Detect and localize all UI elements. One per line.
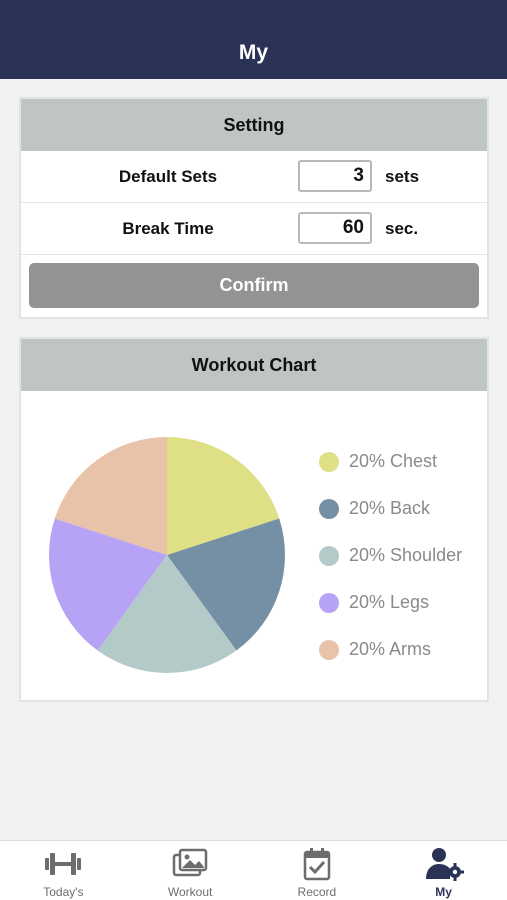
page-title: My xyxy=(238,40,269,64)
legend-label: 20% Arms xyxy=(349,639,432,659)
default-sets-unit: sets xyxy=(385,167,420,186)
default-sets-input[interactable] xyxy=(298,160,372,192)
legend-swatch xyxy=(319,593,339,613)
tab-label: Record xyxy=(297,885,337,899)
default-sets-row: Default Sets sets xyxy=(21,151,487,203)
legend-label: 20% Legs xyxy=(349,592,430,612)
page-header: My xyxy=(0,0,507,79)
setting-card: Setting Default Sets sets Break Time sec… xyxy=(19,97,489,319)
calendar-check-icon xyxy=(303,848,331,881)
workout-chart-title: Workout Chart xyxy=(21,339,487,391)
legend-item-back: 20% Back xyxy=(319,496,462,543)
tab-todays[interactable]: Today's xyxy=(0,841,127,900)
legend-label: 20% Back xyxy=(349,498,431,518)
default-sets-label: Default Sets xyxy=(118,167,218,186)
user-gear-icon xyxy=(425,848,464,881)
legend-item-arms: 20% Arms xyxy=(319,637,462,684)
legend-label: 20% Shoulder xyxy=(349,545,463,565)
legend-swatch xyxy=(319,640,339,660)
workout-chart-card: Workout Chart 20% Chest 20% Back 20% Shoul… xyxy=(19,337,489,702)
break-time-unit: sec. xyxy=(385,219,419,238)
confirm-button[interactable]: Confirm xyxy=(29,263,479,308)
legend-swatch xyxy=(319,499,339,519)
setting-card-title: Setting xyxy=(21,99,487,151)
break-time-input[interactable] xyxy=(298,212,372,244)
legend-swatch xyxy=(319,546,339,566)
tab-my[interactable]: My xyxy=(380,841,507,900)
tab-label: Workout xyxy=(167,885,213,899)
chart-legend: 20% Chest 20% Back 20% Shoulder 20% Legs 20%… xyxy=(319,449,462,684)
tab-label: Today's xyxy=(43,885,84,899)
break-time-label: Break Time xyxy=(122,219,214,238)
break-time-row: Break Time sec. xyxy=(21,203,487,255)
legend-item-chest: 20% Chest xyxy=(319,449,462,496)
chart-area: 20% Chest 20% Back 20% Shoulder 20% Legs 20%… xyxy=(21,391,487,700)
legend-item-shoulder: 20% Shoulder xyxy=(319,543,462,590)
gallery-icon xyxy=(172,848,208,877)
tab-label: My xyxy=(435,885,452,899)
legend-item-legs: 20% Legs xyxy=(319,590,462,637)
legend-swatch xyxy=(319,452,339,472)
legend-label: 20% Chest xyxy=(349,451,438,471)
pie-chart xyxy=(48,437,285,673)
tab-workout[interactable]: Workout xyxy=(127,841,254,900)
dumbbell-icon xyxy=(45,853,82,875)
tab-bar: Today's Workout Record My xyxy=(0,840,507,900)
tab-record[interactable]: Record xyxy=(254,841,381,900)
